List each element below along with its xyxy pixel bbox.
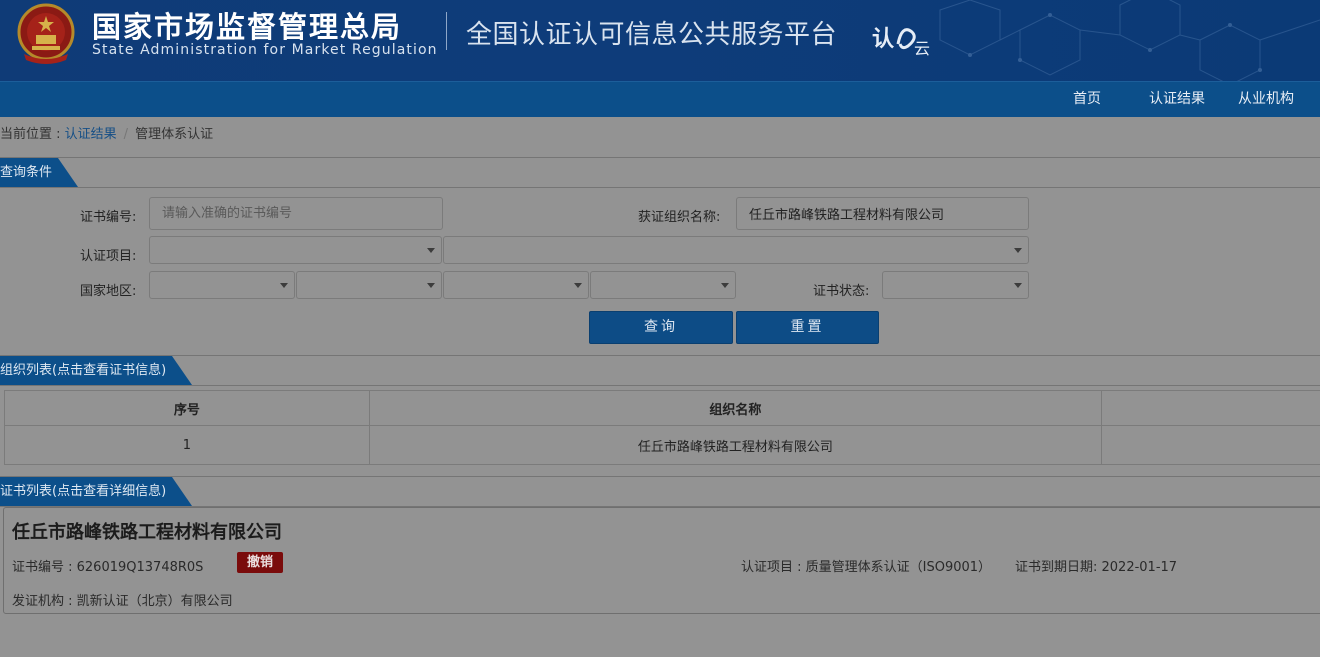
- chevron-down-icon: [574, 283, 582, 288]
- site-header: 国家市场监督管理总局 State Administration for Mark…: [0, 0, 1320, 81]
- breadcrumb: 当前位置 : 认证结果 / 管理体系认证: [0, 116, 1320, 156]
- cert-status-select[interactable]: [882, 271, 1029, 299]
- cert-expiry-date: 证书到期日期: 2022-01-17: [1015, 560, 1178, 575]
- chevron-down-icon: [427, 248, 435, 253]
- cert-list-section-title: 证书列表(点击查看详细信息): [0, 484, 167, 499]
- chevron-down-icon: [1014, 283, 1022, 288]
- network-pattern-decoration: [939, 0, 1320, 81]
- header-divider: [446, 12, 447, 50]
- cert-issuer: 发证机构 : 凯新认证（北京）有限公司: [12, 594, 233, 609]
- nav-item-institutions[interactable]: 从业机构: [1238, 82, 1294, 117]
- chevron-down-icon: [280, 283, 288, 288]
- query-section-tab: 查询条件: [0, 158, 79, 187]
- cert-cloud-logo: 认 云: [872, 27, 930, 58]
- org-list-section-tab: 组织列表(点击查看证书信息): [0, 356, 193, 385]
- nav-item-cert-results[interactable]: 认证结果: [1149, 82, 1205, 117]
- query-form: 证书编号: 获证组织名称: 认证项目: 国家地区: 证书状态: 查询 重置: [0, 188, 1320, 350]
- region-select-3[interactable]: [443, 271, 589, 299]
- org-table-header-extra: [1101, 390, 1320, 426]
- org-list-section-title: 组织列表(点击查看证书信息): [0, 363, 167, 378]
- cloud-logo-text-2: 云: [914, 39, 930, 58]
- org-row-name[interactable]: 任丘市路峰铁路工程材料有限公司: [368, 425, 1103, 465]
- search-button[interactable]: 查询: [589, 311, 733, 344]
- status-label: 证书状态:: [813, 284, 870, 299]
- org-name-label: 获证组织名称:: [638, 210, 721, 225]
- project-subtype-select[interactable]: [443, 236, 1029, 264]
- cert-no-label: 证书编号:: [80, 210, 137, 225]
- cert-card[interactable]: 任丘市路峰铁路工程材料有限公司 证书编号 : 626019Q13748R0S 撤…: [3, 507, 1320, 614]
- region-label: 国家地区:: [80, 284, 137, 299]
- project-label: 认证项目:: [80, 249, 137, 264]
- query-section-title: 查询条件: [0, 165, 53, 180]
- cert-no-input[interactable]: [149, 197, 443, 230]
- reset-button[interactable]: 重置: [736, 311, 879, 344]
- cert-project: 认证项目 : 质量管理体系认证（ISO9001）: [741, 560, 992, 575]
- cert-list-section-header: 证书列表(点击查看详细信息): [0, 476, 1320, 507]
- cert-org-name: 任丘市路峰铁路工程材料有限公司: [12, 522, 282, 543]
- cert-number: 证书编号 : 626019Q13748R0S: [12, 560, 204, 575]
- org-table: 序号 组织名称 1 任丘市路峰铁路工程材料有限公司: [4, 390, 1320, 465]
- status-badge: 撤销: [237, 552, 284, 573]
- cert-list-section-tab: 证书列表(点击查看详细信息): [0, 477, 193, 506]
- cloud-logo-text-1: 认: [872, 27, 894, 52]
- main-nav: 首页 认证结果 从业机构: [0, 81, 1320, 117]
- platform-title: 全国认证认可信息公共服务平台: [466, 20, 838, 50]
- project-type-select[interactable]: [149, 236, 442, 264]
- chevron-down-icon: [721, 283, 729, 288]
- table-row[interactable]: 1 任丘市路峰铁路工程材料有限公司: [4, 425, 1320, 465]
- agency-name-zh: 国家市场监督管理总局: [92, 10, 403, 44]
- org-table-header-index: 序号: [4, 390, 370, 426]
- region-select-2[interactable]: [296, 271, 442, 299]
- org-table-header-name: 组织名称: [368, 390, 1103, 426]
- breadcrumb-current: 管理体系认证: [135, 127, 214, 142]
- org-list-section-header: 组织列表(点击查看证书信息): [0, 355, 1320, 386]
- org-row-extra: [1101, 425, 1320, 465]
- chevron-down-icon: [1014, 248, 1022, 253]
- query-section-header: 查询条件: [0, 157, 1320, 188]
- region-select-1[interactable]: [149, 271, 295, 299]
- breadcrumb-link-cert-results[interactable]: 认证结果: [65, 127, 117, 142]
- org-row-index: 1: [4, 425, 370, 465]
- national-emblem-logo: [17, 3, 75, 64]
- breadcrumb-prefix: 当前位置 :: [0, 127, 65, 142]
- chevron-down-icon: [427, 283, 435, 288]
- agency-name-en: State Administration for Market Regulati…: [92, 42, 438, 58]
- breadcrumb-separator: /: [123, 127, 129, 142]
- org-name-input[interactable]: [736, 197, 1029, 230]
- nav-item-home[interactable]: 首页: [1073, 82, 1101, 117]
- org-table-header-row: 序号 组织名称: [4, 390, 1320, 426]
- region-select-4[interactable]: [590, 271, 736, 299]
